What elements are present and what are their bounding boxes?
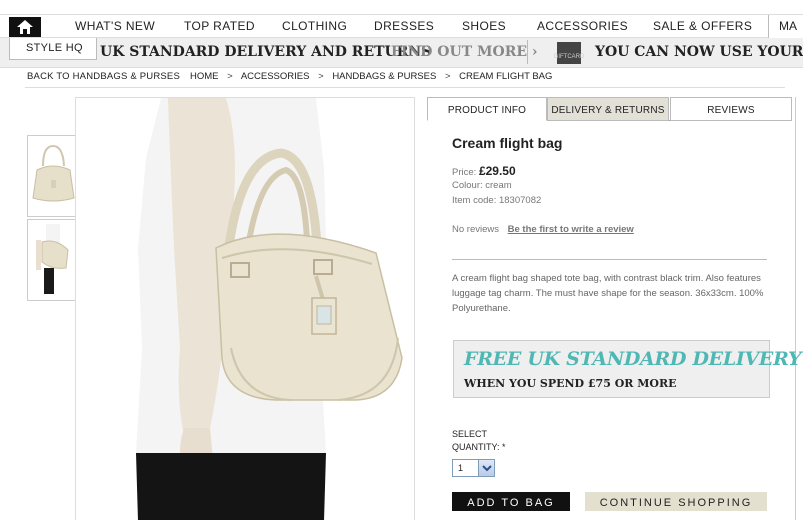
breadcrumb-divider [25,87,785,88]
chevron-down-icon[interactable] [478,460,494,476]
nav-more[interactable]: MA [768,15,803,39]
write-review-link[interactable]: Be the first to write a review [508,224,634,235]
style-hq-tab[interactable]: STYLE HQ [9,38,97,60]
product-description: A cream flight bag shaped tote bag, with… [452,273,764,314]
item-code: Item code: 18307082 [452,195,542,206]
nav-accessories[interactable]: ACCESSORIES [537,19,628,33]
breadcrumb-separator: > [318,71,324,82]
breadcrumb-handbags[interactable]: HANDBAGS & PURSES [332,71,436,82]
nav-shoes[interactable]: SHOES [462,19,506,33]
nav-sale-offers[interactable]: SALE & OFFERS [653,19,752,33]
reviews-row: No reviews Be the first to write a revie… [452,224,634,235]
price-label: Price: [452,167,477,178]
free-delivery-subtitle: WHEN YOU SPEND £75 OR MORE [464,377,677,390]
breadcrumb-accessories[interactable]: ACCESSORIES [241,71,310,82]
promo-gift-text[interactable]: YOU CAN NOW USE YOUR GIF [595,44,803,60]
no-reviews-text: No reviews [452,224,499,235]
nav-dresses[interactable]: DRESSES [374,19,434,33]
product-main-image [75,97,415,520]
tab-delivery-returns[interactable]: DELIVERY & RETURNS [547,97,669,121]
continue-shopping-button[interactable]: CONTINUE SHOPPING [585,492,767,511]
price-value: £29.50 [478,164,516,178]
promo-bar: STYLE HQ UK STANDARD DELIVERY AND RETURN… [0,38,803,68]
breadcrumb-separator: > [444,71,451,82]
thumbnail-bag-model[interactable] [27,219,80,301]
panel-right-border [795,97,796,520]
product-title: Cream flight bag [452,135,563,151]
tab-product-info[interactable]: PRODUCT INFO [427,97,547,121]
free-delivery-title: FREE UK STANDARD DELIVERY [464,348,802,370]
free-delivery-banner[interactable]: FREE UK STANDARD DELIVERY WHEN YOU SPEND… [453,340,802,398]
thumbnail-bag-front[interactable] [27,135,80,217]
nav-clothing[interactable]: CLOTHING [282,19,347,33]
find-out-more-link[interactable]: FIND OUT MORE › [391,44,537,60]
promo-divider [527,40,528,64]
breadcrumb-separator: > [227,71,233,82]
quantity-label: SELECT QUANTITY: * [452,428,506,454]
giftcard-label: GIFTCARD [553,54,585,60]
add-to-bag-button[interactable]: ADD TO BAG [452,492,570,511]
product-tabs: PRODUCT INFO DELIVERY & RETURNS REVIEWS [427,97,792,121]
info-divider [452,259,767,260]
delivery-sub-amount: £75 [587,377,611,390]
home-icon[interactable] [9,17,41,37]
delivery-sub-suffix: OR MORE [610,377,677,390]
delivery-sub-prefix: WHEN YOU SPEND [464,377,588,390]
quantity-select[interactable]: 1 [452,459,495,477]
top-navigation: WHAT'S NEW TOP RATED CLOTHING DRESSES SH… [0,14,803,39]
breadcrumb-home[interactable]: HOME [190,71,219,82]
breadcrumb-current: CREAM FLIGHT BAG [459,71,553,82]
nav-top-rated[interactable]: TOP RATED [184,19,255,33]
giftcard-icon: GIFTCARD [554,42,584,64]
nav-more-label: MA [779,19,797,33]
quantity-text: QUANTITY: * [452,442,506,452]
back-to-handbags-link[interactable]: BACK TO HANDBAGS & PURSES [27,71,180,82]
select-text: SELECT [452,429,488,439]
promo-delivery-text: UK STANDARD DELIVERY AND RETURNS [100,44,432,60]
colour-info: Colour: cream [452,180,512,191]
price-row: Price: £29.50 [452,164,516,178]
tab-reviews[interactable]: REVIEWS [670,97,792,121]
quantity-value: 1 [458,463,464,473]
breadcrumb: HOME > ACCESSORIES > HANDBAGS & PURSES >… [190,71,558,82]
nav-whats-new[interactable]: WHAT'S NEW [75,19,155,33]
